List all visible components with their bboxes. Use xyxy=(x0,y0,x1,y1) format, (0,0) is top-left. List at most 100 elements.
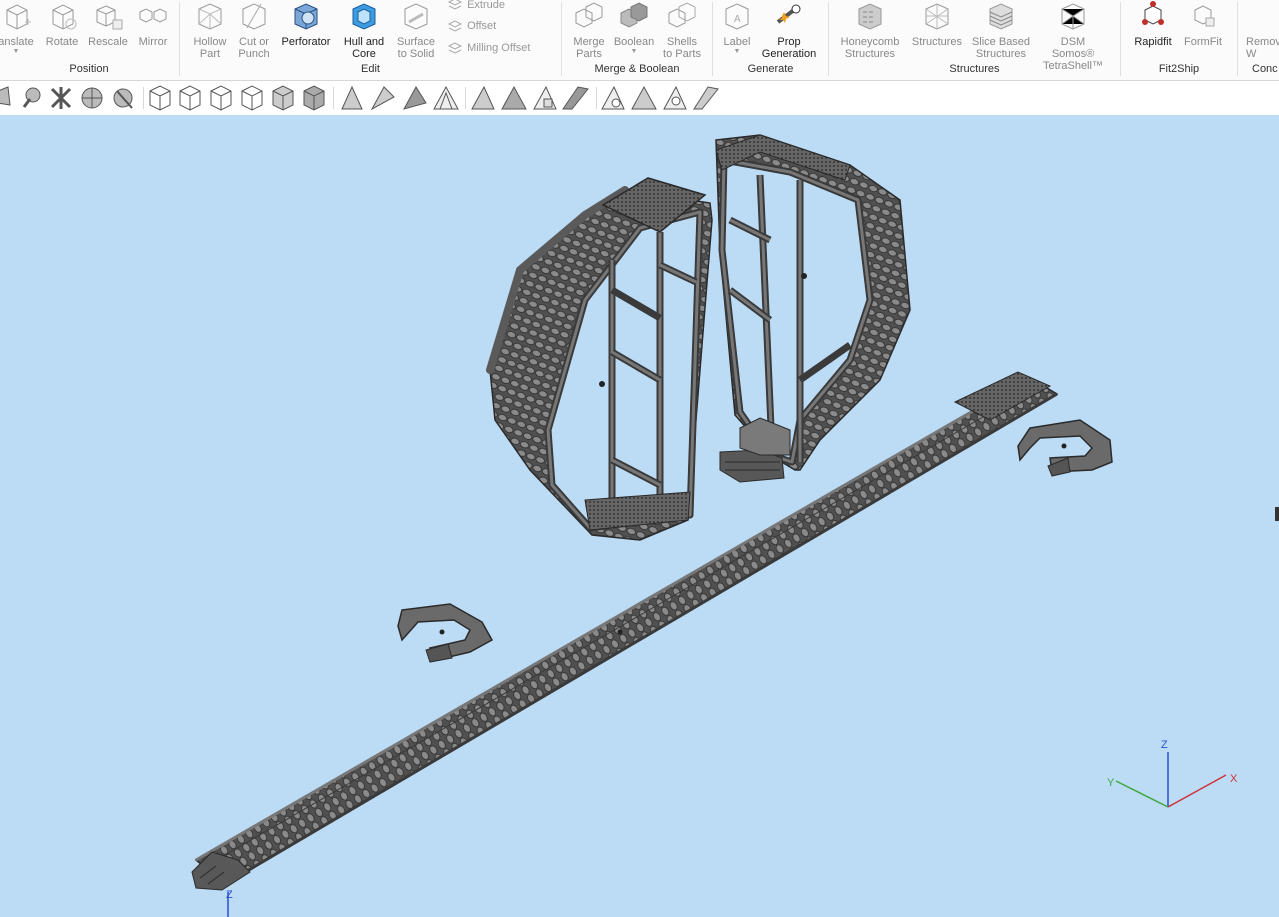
perforator-button[interactable]: Perforator xyxy=(276,0,336,60)
boolean-icon xyxy=(620,2,648,28)
tetrashell-button[interactable]: DSM Somos® TetraShell™ xyxy=(1043,0,1103,72)
label-label: Label xyxy=(723,36,751,48)
group-structures: Honeycomb Structures Structures Slice Ba… xyxy=(829,0,1120,80)
group-fit2ship-label: Fit2Ship xyxy=(1158,63,1200,75)
svg-text:A: A xyxy=(734,14,741,25)
ribbon: anslate ▼ Rotate Rescale Mirror Position… xyxy=(0,0,1279,81)
scene-canvas[interactable]: Z X Y Z xyxy=(0,115,1279,917)
y-axis-line xyxy=(1115,780,1169,808)
label-icon: A xyxy=(725,3,749,30)
cut-or-punch-label: Cut or Punch xyxy=(238,36,270,60)
perforator-icon xyxy=(294,3,318,30)
surface-to-solid-label: Surface to Solid xyxy=(397,36,435,60)
formfit-label: FormFit xyxy=(1184,36,1222,48)
surface-to-solid-button[interactable]: Surface to Solid xyxy=(386,0,446,60)
mirror-icon xyxy=(139,8,167,23)
group-edit: Hollow Part Cut or Punch Perforator Hull… xyxy=(180,0,561,80)
hull-and-core-icon xyxy=(352,3,376,30)
selection-icon[interactable] xyxy=(0,86,11,106)
translate-icon xyxy=(6,4,31,30)
clip-part-right[interactable] xyxy=(1017,419,1113,477)
prop-generation-label: Prop Generation xyxy=(761,36,817,60)
group-conc: Remov W Conc xyxy=(1238,0,1279,80)
toolbar-separator xyxy=(333,87,334,109)
view-toolbar xyxy=(0,81,1279,115)
slice-based-structures-label: Slice Based Structures xyxy=(971,36,1031,60)
group-conc-label: Conc xyxy=(1252,63,1278,75)
sphere-cut-icon[interactable] xyxy=(113,88,133,109)
group-structures-label: Structures xyxy=(949,63,1000,75)
mirror-button[interactable]: Mirror xyxy=(123,0,183,60)
label-button[interactable]: A Label ▼ xyxy=(707,0,767,60)
remove-button[interactable]: Remov W xyxy=(1238,0,1279,60)
toolbar-separator xyxy=(596,87,597,109)
3d-viewport[interactable]: Z X Y Z xyxy=(0,115,1279,917)
structures-button[interactable]: Structures xyxy=(907,0,967,60)
rotate-icon xyxy=(52,4,77,30)
surface-to-solid-icon xyxy=(404,3,428,30)
right-edge-handle[interactable] xyxy=(1275,507,1279,521)
extrude-icon xyxy=(447,0,463,10)
structures-icon xyxy=(925,3,949,30)
honeycomb-structures-icon xyxy=(858,3,882,30)
toolbar-separator xyxy=(143,87,144,109)
clip-part-left[interactable] xyxy=(397,603,494,663)
structures-label: Structures xyxy=(911,36,963,48)
remove-label: Remov W xyxy=(1246,36,1279,60)
remove-icon xyxy=(1246,0,1279,32)
cut-or-punch-button[interactable]: Cut or Punch xyxy=(224,0,284,60)
group-position: anslate ▼ Rotate Rescale Mirror Position xyxy=(0,0,178,80)
group-fit2ship: Rapidfit FormFit Fit2Ship xyxy=(1121,0,1237,80)
formfit-icon xyxy=(1194,5,1215,27)
offset-icon xyxy=(447,20,463,32)
shells-to-parts-label: Shells to Parts xyxy=(663,36,701,60)
cut-or-punch-icon xyxy=(242,3,266,30)
pin-icon[interactable] xyxy=(22,87,41,108)
y-axis-label: Y xyxy=(1107,777,1115,789)
tetrashell-icon xyxy=(1061,3,1085,30)
group-generate: A Label ▼ Prop Generation Generate xyxy=(713,0,828,80)
z-axis-label: Z xyxy=(1161,739,1168,751)
group-position-label: Position xyxy=(69,63,109,75)
slice-based-structures-icon xyxy=(989,3,1013,30)
extrude-label: Extrude xyxy=(467,0,505,11)
group-merge-boolean: Merge Parts Boolean ▼ Shells to Parts Me… xyxy=(562,0,712,80)
explode-icon[interactable] xyxy=(50,87,72,109)
slice-based-structures-button[interactable]: Slice Based Structures xyxy=(971,0,1031,60)
extrude-button[interactable]: Extrude xyxy=(446,0,505,16)
honeycomb-structures-button[interactable]: Honeycomb Structures xyxy=(840,0,900,60)
left-ring-part[interactable] xyxy=(486,177,713,541)
merge-parts-icon xyxy=(575,2,603,28)
sphere-icon[interactable] xyxy=(81,87,103,109)
prop-generation-button[interactable]: Prop Generation xyxy=(759,0,819,60)
honeycomb-structures-label: Honeycomb Structures xyxy=(840,36,900,60)
formfit-button[interactable]: FormFit xyxy=(1173,0,1233,60)
mirror-label: Mirror xyxy=(138,36,168,48)
axis-triad: Z X Y xyxy=(1107,739,1238,808)
shells-to-parts-icon xyxy=(668,2,696,28)
rapidfit-icon xyxy=(1142,1,1164,25)
x-axis-label: X xyxy=(1230,773,1238,785)
perforator-label: Perforator xyxy=(281,36,331,48)
group-merge-boolean-label: Merge & Boolean xyxy=(594,63,680,75)
toolbar-icons xyxy=(0,86,133,109)
hull-and-core-label: Hull and Core xyxy=(343,36,385,60)
right-ring-part[interactable] xyxy=(715,134,911,483)
group-generate-label: Generate xyxy=(747,63,794,75)
origin-marker: Z xyxy=(226,889,233,917)
rescale-icon xyxy=(96,5,123,30)
group-edit-label: Edit xyxy=(361,63,380,75)
origin-z-label: Z xyxy=(226,889,233,901)
milling-offset-label: Milling Offset xyxy=(467,41,531,54)
offset-label: Offset xyxy=(467,19,497,32)
milling-offset-button[interactable]: Milling Offset xyxy=(446,41,530,59)
milling-offset-icon xyxy=(447,42,463,54)
prop-generation-icon xyxy=(776,4,801,24)
offset-button[interactable]: Offset xyxy=(446,19,496,37)
shells-to-parts-button[interactable]: Shells to Parts xyxy=(652,0,712,60)
x-axis-line xyxy=(1167,774,1227,808)
hull-and-core-button[interactable]: Hull and Core xyxy=(334,0,394,60)
label-dropdown-icon[interactable]: ▼ xyxy=(707,48,767,56)
hollow-part-icon xyxy=(198,3,222,30)
toolbar-separator xyxy=(465,87,466,109)
